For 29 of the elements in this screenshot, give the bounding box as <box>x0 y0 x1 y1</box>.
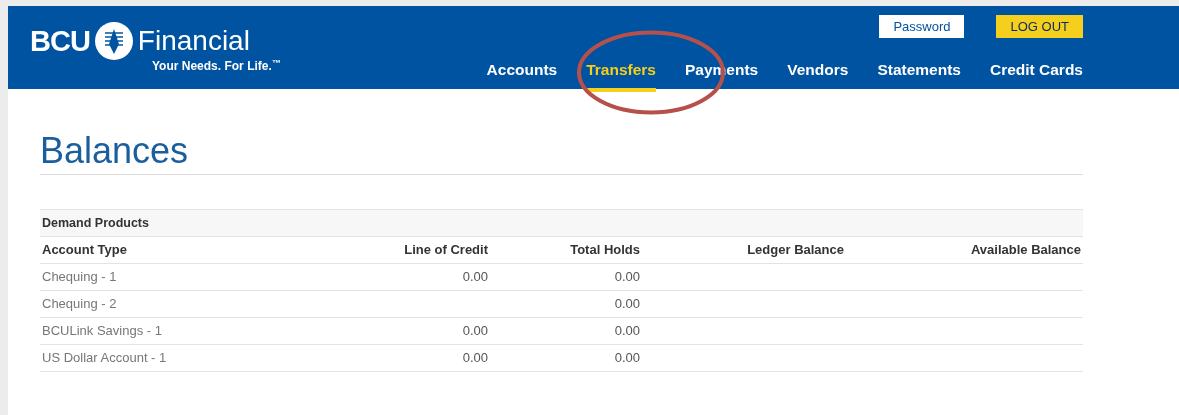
nav-tab[interactable]: Credit Cards <box>989 58 1083 93</box>
table-cell: 0.00 <box>340 263 490 291</box>
logo-emblem-icon <box>94 22 133 60</box>
nav-tab[interactable]: Vendors <box>787 58 849 93</box>
column-header: Available Balance <box>846 236 1083 264</box>
page-title: Balances <box>40 129 1083 176</box>
column-header: Line of Credit <box>340 236 490 264</box>
logo-wordmark: BCU <box>30 26 90 56</box>
logout-button[interactable]: LOG OUT <box>996 15 1083 38</box>
nav-tab[interactable]: Transfers <box>586 58 656 93</box>
table-cell: 0.00 <box>490 263 642 291</box>
nav-tab[interactable]: Accounts <box>486 58 558 93</box>
section-heading: Demand Products <box>40 209 1083 237</box>
table-cell: 0.00 <box>490 344 642 372</box>
nav-tab[interactable]: Statements <box>877 58 961 93</box>
table-cell: 0.00 <box>340 344 490 372</box>
column-header: Total Holds <box>490 236 642 264</box>
column-header: Ledger Balance <box>642 236 846 264</box>
table-cell: 0.00 <box>490 317 642 345</box>
logo-tagline: Your Needs. For Life.$^{™}$ <box>152 60 281 74</box>
table-cell: 0.00 <box>340 317 490 345</box>
column-header: Account Type <box>40 236 340 264</box>
logo-wordmark: Financial <box>137 27 250 55</box>
table-cell: 0.00 <box>490 290 642 318</box>
account-link[interactable]: US Dollar Account - 1 <box>40 344 340 372</box>
account-link[interactable]: BCULink Savings - 1 <box>40 317 340 345</box>
account-link[interactable]: Chequing - 2 <box>40 290 340 318</box>
password-button[interactable]: Password <box>879 15 965 38</box>
account-link[interactable]: Chequing - 1 <box>40 263 340 291</box>
